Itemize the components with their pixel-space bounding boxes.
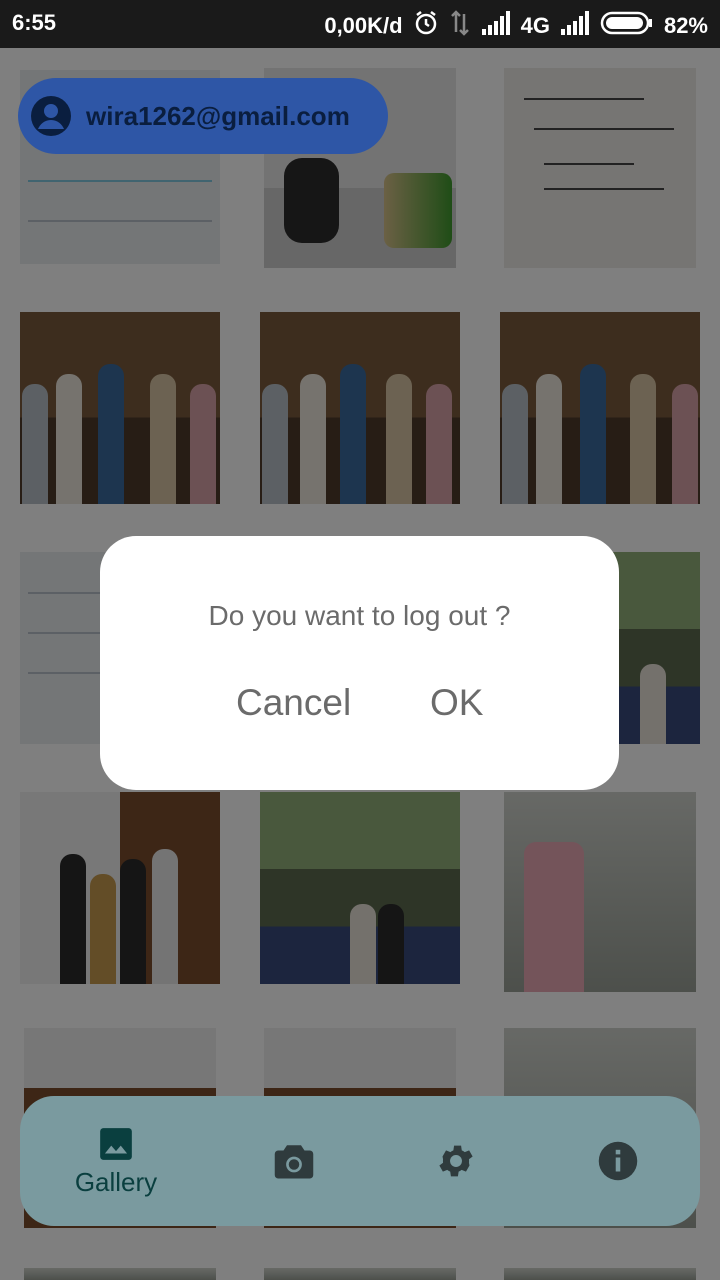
status-time: 6:55 <box>12 10 57 35</box>
battery-percent: 82% <box>663 13 708 38</box>
logout-dialog: Do you want to log out ? Cancel OK <box>100 536 619 790</box>
image-icon <box>100 1127 132 1160</box>
net-speed: 0,00K/d <box>324 13 403 38</box>
bottom-navigation: Gallery <box>20 1096 700 1226</box>
signal-icon <box>481 11 511 41</box>
dialog-message: Do you want to log out ? <box>208 600 511 631</box>
account-chip[interactable]: wira1262@gmail.com <box>18 78 388 154</box>
network-type: 4G <box>520 13 550 38</box>
camera-icon <box>274 1145 314 1179</box>
cancel-button[interactable]: Cancel <box>236 682 351 724</box>
nav-camera[interactable] <box>254 1096 334 1226</box>
nav-gallery[interactable]: Gallery <box>56 1096 176 1226</box>
gear-icon <box>439 1145 473 1177</box>
data-activity-icon <box>449 10 471 42</box>
signal-icon-2 <box>560 11 590 41</box>
status-right: 0,00K/d 4G 82% <box>324 10 708 42</box>
battery-icon <box>600 10 654 42</box>
nav-gallery-label: Gallery <box>74 1166 158 1197</box>
ok-button[interactable]: OK <box>430 682 483 724</box>
alarm-icon <box>413 10 439 42</box>
account-email: wira1262@gmail.com <box>86 100 350 131</box>
account-circle-icon <box>31 96 71 136</box>
nav-info[interactable] <box>578 1096 658 1226</box>
info-icon <box>598 1141 638 1181</box>
status-bar: 6:55 0,00K/d 4G 82% <box>0 0 720 48</box>
nav-settings[interactable] <box>416 1096 496 1226</box>
